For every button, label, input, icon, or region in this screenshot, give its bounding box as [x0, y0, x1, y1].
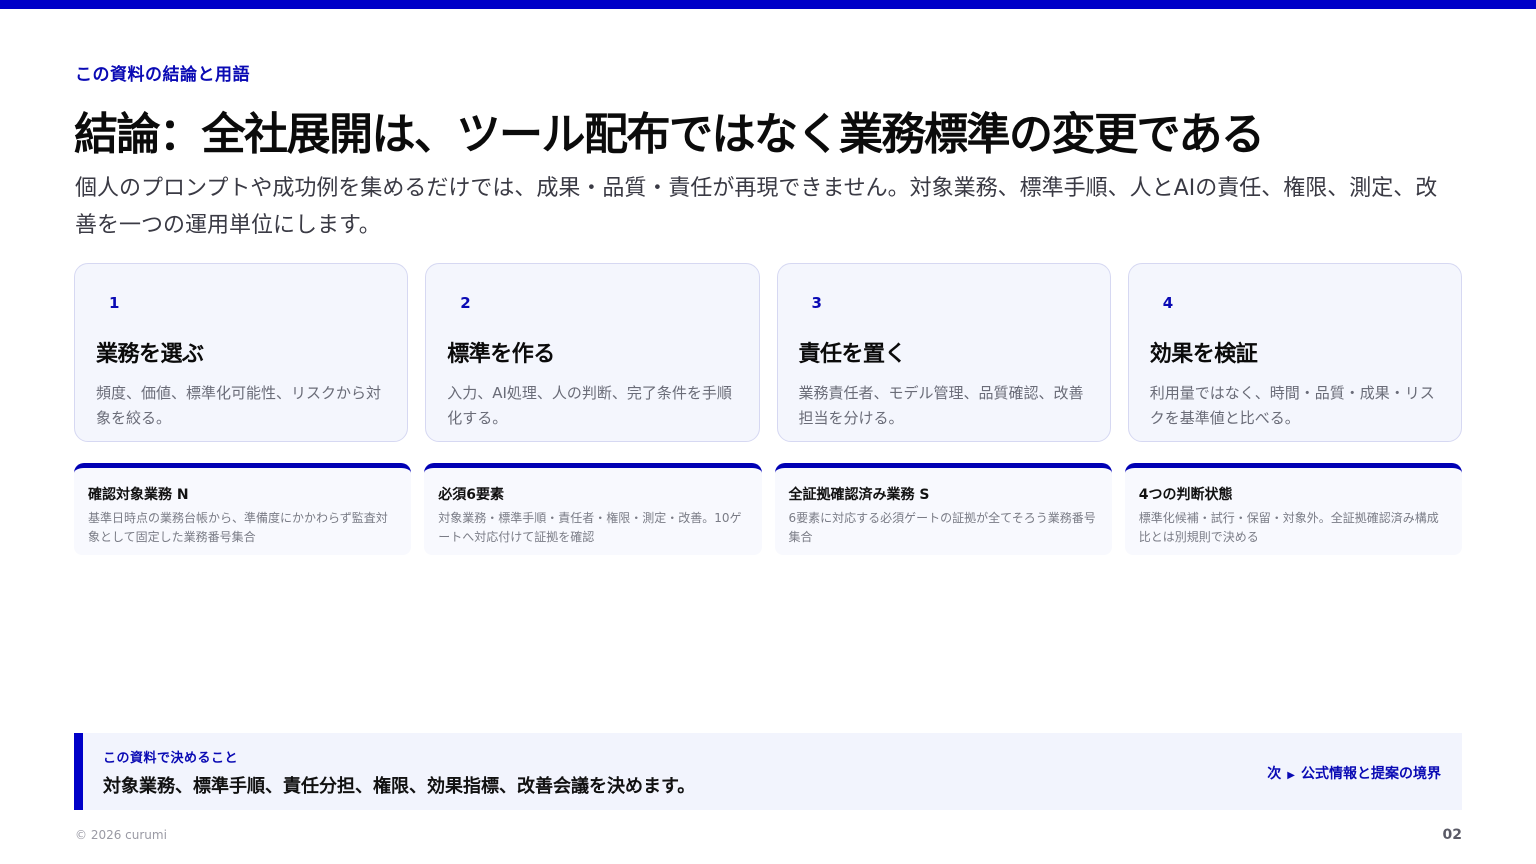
- step-number: 1: [109, 294, 120, 312]
- decision-text: 対象業務、標準手順、責任分担、権限、効果指標、改善会議を決めます。: [103, 776, 696, 797]
- steps-row: 1 業務を選ぶ 頻度、価値、標準化可能性、リスクから対象を絞る。 2 標準を作る…: [74, 263, 1462, 442]
- step-description: 頻度、価値、標準化可能性、リスクから対象を絞る。: [96, 384, 382, 427]
- step-card: 4 効果を検証 利用量ではなく、時間・品質・成果・リスクを基準値と比べる。: [1127, 263, 1462, 442]
- term-description: 基準日時点の業務台帳から、準備度にかかわらず監査対象として固定した業務番号集合: [88, 511, 388, 544]
- section-eyebrow: この資料の結論と用語: [75, 65, 250, 85]
- terms-row: 確認対象業務 N 基準日時点の業務台帳から、準備度にかかわらず監査対象として固定…: [74, 463, 1462, 555]
- step-number: 2: [460, 294, 471, 312]
- page-number: 02: [1442, 827, 1462, 843]
- term-card: 4つの判断状態 標準化候補・試行・保留・対象外。全証拠確認済み構成比とは別規則で…: [1124, 463, 1462, 555]
- step-title: 業務を選ぶ: [96, 342, 204, 367]
- lead-paragraph: 個人のプロンプトや成功例を集めるだけでは、成果・品質・責任が再現できません。対象…: [75, 176, 1438, 238]
- term-title: 確認対象業務 N: [88, 487, 189, 503]
- term-card: 全証拠確認済み業務 S 6要素に対応する必須ゲートの証拠が全てそろう業務番号集合: [774, 463, 1112, 555]
- next-label: 次: [1267, 766, 1282, 782]
- step-card: 1 業務を選ぶ 頻度、価値、標準化可能性、リスクから対象を絞る。: [74, 263, 409, 442]
- next-target: 公式情報と提案の境界: [1301, 766, 1441, 782]
- term-card: 必須6要素 対象業務・標準手順・責任者・権限・測定・改善。10ゲートへ対応付けて…: [424, 463, 762, 555]
- page-title: 結論：全社展開は、ツール配布ではなく業務標準の変更である: [74, 109, 1265, 160]
- term-title: 必須6要素: [438, 487, 504, 503]
- step-description: 利用量ではなく、時間・品質・成果・リスクを基準値と比べる。: [1149, 384, 1435, 427]
- term-description: 6要素に対応する必須ゲートの証拠が全てそろう業務番号集合: [788, 511, 1096, 544]
- top-accent-bar: [0, 0, 1536, 9]
- next-section-link[interactable]: 次 ▶ 公式情報と提案の境界: [1267, 763, 1441, 783]
- step-number: 3: [811, 294, 822, 312]
- step-card: 3 責任を置く 業務責任者、モデル管理、品質確認、改善担当を分ける。: [776, 263, 1111, 442]
- step-title: 効果を検証: [1149, 342, 1258, 367]
- term-title: 全証拠確認済み業務 S: [788, 487, 930, 503]
- term-description: 対象業務・標準手順・責任者・権限・測定・改善。10ゲートへ対応付けて証拠を確認: [438, 511, 742, 544]
- step-card: 2 標準を作る 入力、AI処理、人の判断、完了条件を手順化する。: [425, 263, 760, 442]
- decision-label: この資料で決めること: [103, 751, 239, 766]
- step-description: 入力、AI処理、人の判断、完了条件を手順化する。: [447, 384, 732, 427]
- step-number: 4: [1162, 294, 1174, 312]
- term-title: 4つの判断状態: [1138, 487, 1233, 503]
- step-title: 標準を作る: [447, 342, 555, 367]
- play-arrow-icon: ▶: [1287, 770, 1295, 781]
- decision-callout: この資料で決めること 対象業務、標準手順、責任分担、権限、効果指標、改善会議を決…: [74, 733, 1462, 810]
- copyright: © 2026 curumi: [75, 828, 167, 842]
- step-title: 責任を置く: [798, 342, 907, 367]
- term-description: 標準化候補・試行・保留・対象外。全証拠確認済み構成比とは別規則で決める: [1138, 511, 1439, 544]
- step-description: 業務責任者、モデル管理、品質確認、改善担当を分ける。: [798, 384, 1084, 427]
- term-card: 確認対象業務 N 基準日時点の業務台帳から、準備度にかかわらず監査対象として固定…: [74, 463, 412, 555]
